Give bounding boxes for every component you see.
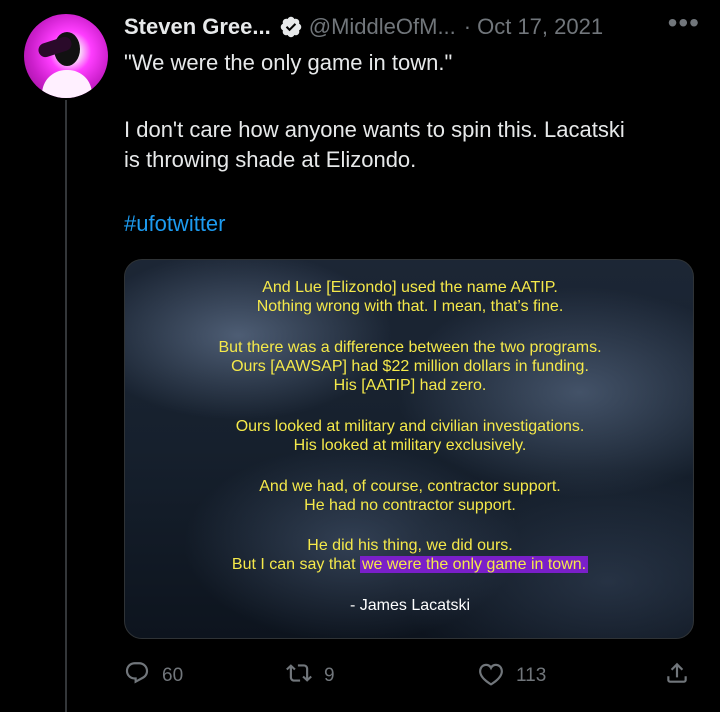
quote-paragraph: Ours looked at military and civilian inv… [125,417,693,455]
tweet-header: Steven Gree... @MiddleOfM... · Oct 17, 2… [124,10,603,44]
tweet-text-line: is throwing shade at Elizondo. [124,147,417,172]
quote-line: And Lue [Elizondo] used the name AATIP. [262,279,558,296]
quote-line: Nothing wrong with that. I mean, that’s … [256,298,564,315]
like-icon [478,660,516,692]
hashtag-link[interactable]: #ufotwitter [124,209,226,239]
separator-dot: · [463,14,472,39]
quote-line: But there was a difference between the t… [218,339,602,356]
verified-badge-icon [279,15,303,39]
quote-paragraph: And Lue [Elizondo] used the name AATIP. … [125,278,693,316]
like-count: 113 [516,665,547,686]
quote-line: He did his thing, we did ours. [307,537,513,554]
quote-line: He had no contractor support. [304,497,516,514]
tweet-media-image[interactable]: And Lue [Elizondo] used the name AATIP. … [124,259,694,639]
share-icon [664,660,702,692]
quote-attribution: - James Lacatski [349,597,471,614]
tweet-actions: 60 9 113 [124,660,700,692]
quote-line: His [AATIP] had zero. [333,377,487,394]
quote-final-prefix: But I can say that [231,556,360,573]
thread-line [65,100,67,712]
share-button[interactable] [664,660,702,692]
tweet-date[interactable]: Oct 17, 2021 [477,14,603,40]
quote-highlight: we were the only game in town. [359,556,589,573]
quote-paragraph: He did his thing, we did ours. But I can… [125,536,693,574]
retweet-icon [286,660,324,692]
reply-icon [124,660,162,692]
user-handle[interactable]: @MiddleOfM... [309,14,456,40]
avatar[interactable] [24,14,108,98]
quote-line: Ours looked at military and civilian inv… [235,418,585,435]
quote-line: And we had, of course, contractor suppor… [259,478,561,495]
retweet-count: 9 [324,665,335,686]
quote-paragraph: And we had, of course, contractor suppor… [125,477,693,515]
tweet-text-line: "We were the only game in town." [124,50,453,75]
retweet-button[interactable]: 9 [286,660,335,692]
quote-final-line: But I can say that we were the only game… [125,555,693,574]
quote-line: Ours [AAWSAP] had $22 million dollars in… [231,358,589,375]
quote-paragraph: But there was a difference between the t… [125,338,693,395]
quote-line: His looked at military exclusively. [293,437,527,454]
display-name[interactable]: Steven Gree... [124,14,271,40]
avatar-shirt [42,70,92,98]
like-button[interactable]: 113 [478,660,546,692]
reply-count: 60 [162,665,184,686]
reply-button[interactable]: 60 [124,660,183,692]
avatar-column [24,0,108,712]
more-options-icon[interactable]: ••• [668,6,700,40]
tweet-text-line: I don't care how anyone wants to spin th… [124,117,625,142]
